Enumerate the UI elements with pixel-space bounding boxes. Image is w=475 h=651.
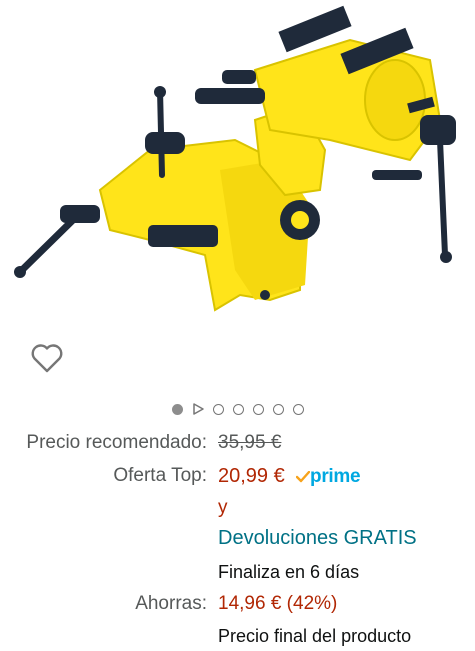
image-carousel-indicators <box>0 403 475 415</box>
deal-ends-text: Finaliza en 6 días <box>218 562 360 582</box>
carousel-dot[interactable] <box>272 403 284 415</box>
savings-value: 14,96 € (42%) <box>218 593 338 614</box>
and-text: y <box>218 497 228 518</box>
recommended-price-value: 35,95 € <box>218 432 282 453</box>
jaw-screw-handle <box>420 115 456 263</box>
carousel-dot[interactable] <box>212 403 224 415</box>
clamp-handle <box>14 205 100 278</box>
carousel-dot[interactable] <box>232 403 244 415</box>
prime-badge[interactable]: prime <box>296 465 361 489</box>
free-returns-link[interactable]: Devoluciones GRATIS <box>218 526 417 550</box>
prime-check-icon <box>296 470 311 483</box>
final-price-text: Precio final del producto <box>218 626 412 646</box>
offer-label: Oferta Top: <box>113 465 207 486</box>
carousel-dot[interactable] <box>292 403 304 415</box>
recommended-price-label: Precio recomendado: <box>26 432 207 453</box>
offer-price-value: 20,99 € <box>218 465 285 487</box>
carousel-dot[interactable] <box>171 403 183 415</box>
video-play-indicator-icon[interactable] <box>192 403 204 415</box>
offer-price-block: 20,99 € prime <box>218 464 361 489</box>
prime-label: prime <box>310 465 361 487</box>
savings-label: Ahorras: <box>135 593 207 614</box>
product-image[interactable] <box>0 0 475 330</box>
heart-outline-icon[interactable] <box>30 342 64 374</box>
carousel-dot[interactable] <box>252 403 264 415</box>
